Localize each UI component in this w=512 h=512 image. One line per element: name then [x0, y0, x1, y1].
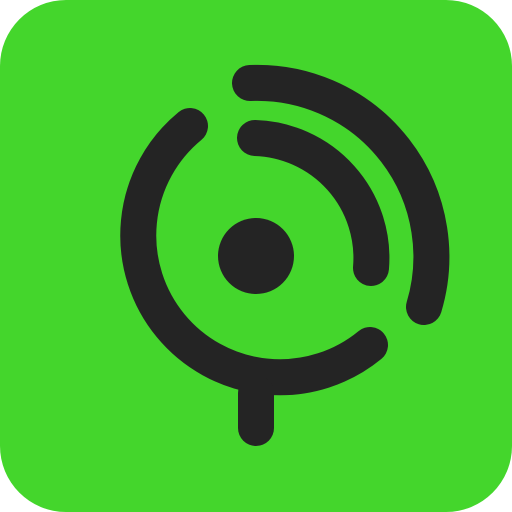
broadcast-signal-icon [0, 0, 512, 512]
center-dot [218, 218, 294, 294]
app-icon[interactable] [0, 0, 512, 512]
